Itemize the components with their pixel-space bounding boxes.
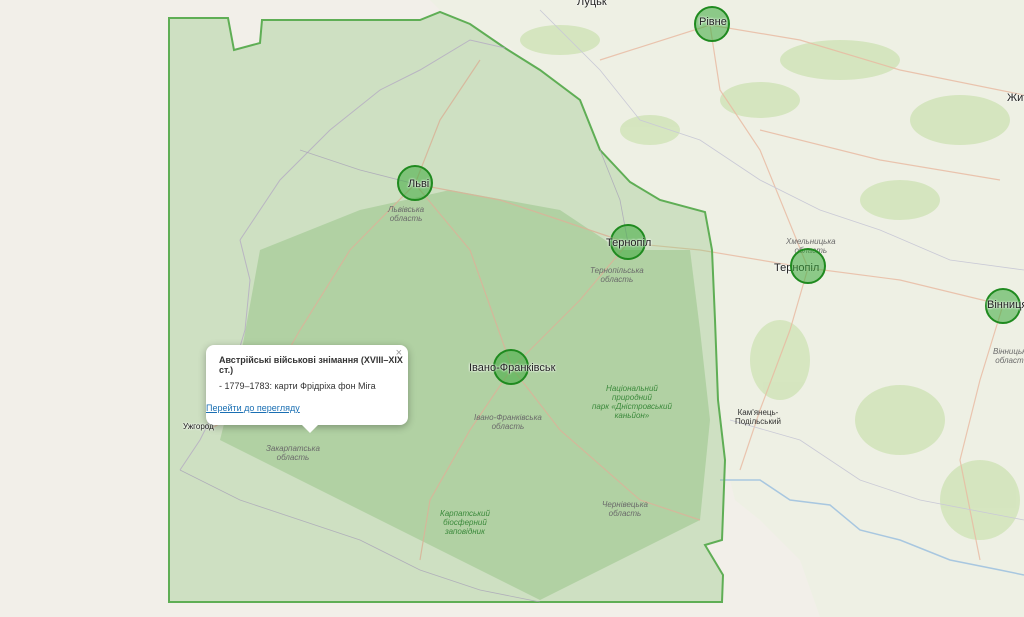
popup-title: Австрійські військові знімання (XVIII–XI… bbox=[219, 355, 403, 375]
region-label-zakarpatska: Закарпатська область bbox=[266, 444, 320, 462]
region-label-lviv: Львівська область bbox=[388, 205, 425, 223]
map-marker-khmelnytskyi[interactable] bbox=[790, 248, 826, 284]
park-label-dnister: Національний природний парк «Дністровськ… bbox=[592, 384, 672, 420]
park-label-karpatskyi: Карпатський біосферний заповідник bbox=[440, 509, 490, 536]
region-label-chernivetska: Чернівецька область bbox=[602, 500, 648, 518]
city-label-lviv: Льві bbox=[408, 178, 430, 190]
info-popup: × Австрійські військові знімання (XVIII–… bbox=[206, 345, 408, 433]
city-label-kamianets: Кам'янець- Подільський bbox=[735, 408, 781, 426]
map-view[interactable]: Луцьк Жит Тернопіл Ужгород Кам'янець- По… bbox=[0, 0, 1024, 617]
map-base-layer bbox=[0, 0, 1024, 617]
city-label-ternopil: Тернопіл bbox=[606, 237, 652, 249]
region-label-vinnytska: Вінницьк област bbox=[993, 347, 1024, 365]
city-label-ivano-frankivsk: Івано-Франківськ bbox=[469, 362, 556, 374]
city-label-zhytomyr: Жит bbox=[1007, 92, 1024, 104]
popup-item: - 1779–1783: карти Фрідріха фон Міга bbox=[219, 381, 376, 391]
view-link[interactable]: Перейти до перегляду bbox=[206, 403, 300, 413]
region-label-ternopil: Тернопільська область bbox=[590, 266, 644, 284]
city-label-vinnytsia: Вінниця bbox=[987, 299, 1024, 311]
popup-tip bbox=[302, 425, 318, 433]
region-label-ivano: Івано-Франківська область bbox=[474, 413, 542, 431]
city-label-rivne: Рівне bbox=[699, 16, 727, 28]
city-label-lutsk: Луцьк bbox=[577, 0, 607, 8]
